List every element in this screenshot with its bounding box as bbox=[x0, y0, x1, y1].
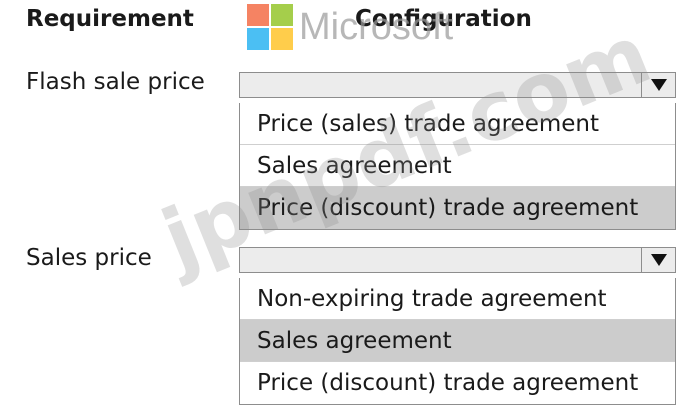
requirement-header: Requirement bbox=[26, 6, 194, 32]
logo-text: Microsoft bbox=[299, 5, 454, 48]
flash-sale-price-options: Price (sales) trade agreement Sales agre… bbox=[239, 103, 676, 230]
flash-sale-price-select[interactable] bbox=[239, 72, 676, 98]
dropdown-arrow-button[interactable] bbox=[641, 248, 675, 272]
sales-price-options: Non-expiring trade agreement Sales agree… bbox=[239, 278, 676, 405]
microsoft-logo: Microsoft bbox=[247, 4, 453, 50]
option-item-highlighted[interactable]: Sales agreement bbox=[240, 320, 675, 362]
option-item[interactable]: Non-expiring trade agreement bbox=[240, 278, 675, 320]
windows-logo-icon bbox=[247, 4, 293, 50]
chevron-down-icon bbox=[650, 254, 667, 266]
chevron-down-icon bbox=[650, 79, 667, 91]
option-item[interactable]: Price (sales) trade agreement bbox=[240, 103, 675, 145]
dropdown-arrow-button[interactable] bbox=[641, 73, 675, 97]
option-item[interactable]: Sales agreement bbox=[240, 145, 675, 187]
flash-sale-price-label: Flash sale price bbox=[26, 69, 205, 95]
sales-price-label: Sales price bbox=[26, 245, 152, 271]
option-item[interactable]: Price (discount) trade agreement bbox=[240, 362, 675, 404]
option-item-highlighted[interactable]: Price (discount) trade agreement bbox=[240, 187, 675, 229]
sales-price-select[interactable] bbox=[239, 247, 676, 273]
